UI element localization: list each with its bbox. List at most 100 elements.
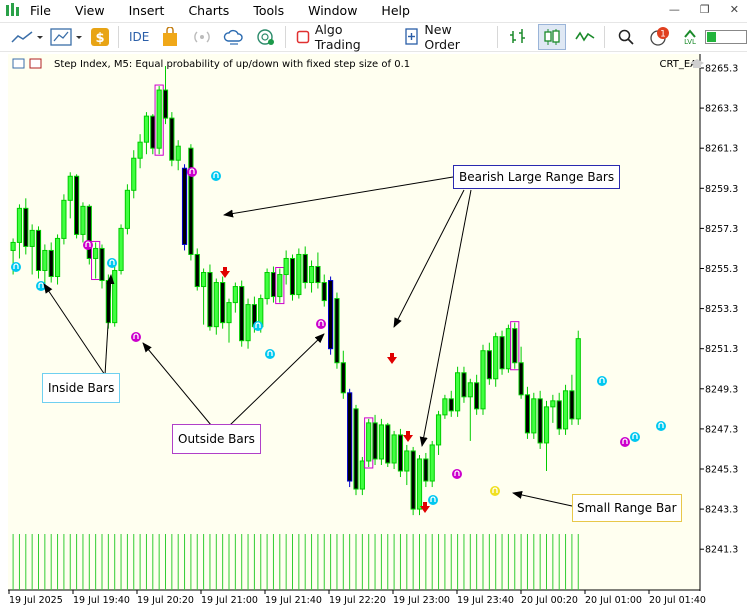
menu-window[interactable]: Window (308, 3, 357, 18)
candle-body (372, 422, 378, 460)
window-controls: — ❐ ✕ (669, 3, 739, 16)
menu-file[interactable]: File (30, 3, 51, 18)
cloud-button[interactable] (223, 24, 245, 50)
candle-body (277, 274, 283, 298)
graduation-cap-icon (690, 59, 704, 68)
candle-body (455, 372, 461, 412)
vps-globe-icon (257, 29, 275, 45)
candle-body (480, 350, 486, 410)
price-tick-label: 8261.3 (705, 144, 738, 155)
lvl-button[interactable]: LVL (683, 24, 697, 50)
candle-body (207, 272, 213, 328)
price-chart[interactable]: 8265.3 8263.3 8261.3 8259.3 8257.3 8255.3 8253… (8, 54, 745, 606)
candle-body (169, 117, 175, 161)
time-tick-label: 19 Jul 19:40 (73, 595, 130, 606)
line-series-icon (575, 31, 595, 42)
candle-body (289, 257, 296, 296)
line-tool-button[interactable] (10, 24, 44, 50)
price-tick-label: 8255.3 (705, 264, 738, 275)
signals-button[interactable] (191, 24, 213, 50)
time-tick-label: 19 Jul 21:00 (201, 595, 258, 606)
price-tick-label: 8253.3 (705, 304, 738, 315)
vps-button[interactable] (255, 24, 277, 50)
candle-body (531, 398, 537, 434)
candle-body (156, 89, 162, 149)
candle-body (226, 302, 232, 324)
candlestick-icon (544, 29, 560, 45)
shop-button[interactable] (161, 24, 179, 50)
search-button[interactable] (617, 24, 635, 50)
candle-body (315, 265, 321, 284)
metatrader-logo-icon (6, 3, 20, 17)
candle-body (42, 249, 48, 272)
candlestick-button[interactable] (538, 24, 567, 50)
candle-body (61, 199, 67, 239)
toolbar-separator (285, 26, 287, 48)
candle-body (16, 207, 23, 243)
bar-chart-button[interactable] (508, 24, 530, 50)
price-tick-label: 8247.3 (705, 424, 738, 435)
candle-body (537, 398, 543, 444)
notification-bell-icon: 1 (650, 27, 669, 46)
time-tick-label: 19 Jul 23:00 (393, 595, 450, 606)
chart-type-button[interactable] (50, 24, 84, 50)
menu-insert[interactable]: Insert (129, 3, 165, 18)
time-tick-label: 20 Jul 00:20 (521, 595, 578, 606)
candle-body (181, 167, 188, 245)
candle-body (543, 406, 550, 444)
new-order-button[interactable]: New Order (404, 22, 489, 52)
candle-body (67, 175, 73, 201)
candle-body (54, 237, 61, 278)
menu-tools[interactable]: Tools (253, 3, 284, 18)
candle-body (143, 115, 150, 143)
candle-body (48, 249, 54, 278)
candle-body (194, 253, 200, 288)
dollar-icon: $ (91, 28, 109, 46)
time-tick-label: 19 Jul 20:20 (137, 595, 194, 606)
lvl-label: LVL (684, 38, 696, 46)
candle-body (188, 147, 194, 255)
candle-body (550, 400, 556, 408)
menu-help[interactable]: Help (381, 3, 410, 18)
candle-body (366, 422, 372, 462)
minimize-button[interactable]: — (669, 3, 680, 16)
chart-title: Step Index, M5: Equal probability of up/… (54, 59, 411, 70)
candle-body (499, 336, 505, 370)
notifications-button[interactable]: 1 (649, 24, 671, 50)
candle-body (10, 241, 16, 251)
menu-view[interactable]: View (75, 3, 105, 18)
candle-body (512, 328, 518, 364)
candle-body (435, 414, 442, 446)
candle-body (556, 400, 562, 430)
time-tick-label: 19 Jul 2025 (9, 595, 63, 606)
line-chart-button[interactable] (574, 24, 596, 50)
ide-button[interactable]: IDE (129, 24, 149, 50)
chart-window[interactable]: 8265.3 8263.3 8261.3 8259.3 8257.3 8255.3 8253… (8, 54, 745, 606)
price-tick-label: 8251.3 (705, 344, 738, 355)
restore-button[interactable]: ❐ (700, 3, 710, 16)
candle-body (283, 257, 289, 276)
candle-body (29, 229, 35, 247)
new-order-label: New Order (424, 22, 460, 52)
menu-charts[interactable]: Charts (188, 3, 229, 18)
candle-body (524, 394, 531, 434)
level-progress (705, 24, 747, 50)
market-button[interactable]: $ (90, 24, 110, 50)
candle-body (74, 175, 80, 235)
menu-bar: File View Insert Charts Tools Window Hel… (0, 0, 747, 20)
candle-body (245, 304, 251, 342)
candle-body (296, 253, 302, 296)
candle-body (518, 362, 524, 396)
price-tick-label: 8263.3 (705, 104, 738, 115)
close-button[interactable]: ✕ (730, 3, 739, 16)
candle-body (474, 382, 480, 410)
toolbar-separator (497, 26, 499, 48)
cloud-icon (224, 29, 244, 45)
candle-body (340, 362, 346, 394)
data-window-icon (12, 58, 25, 69)
candle-body (239, 286, 245, 342)
line-chart-icon (11, 31, 43, 43)
shopping-bag-icon (163, 27, 178, 46)
algo-trading-button[interactable]: Algo Trading (296, 22, 390, 52)
candle-body (23, 207, 29, 247)
